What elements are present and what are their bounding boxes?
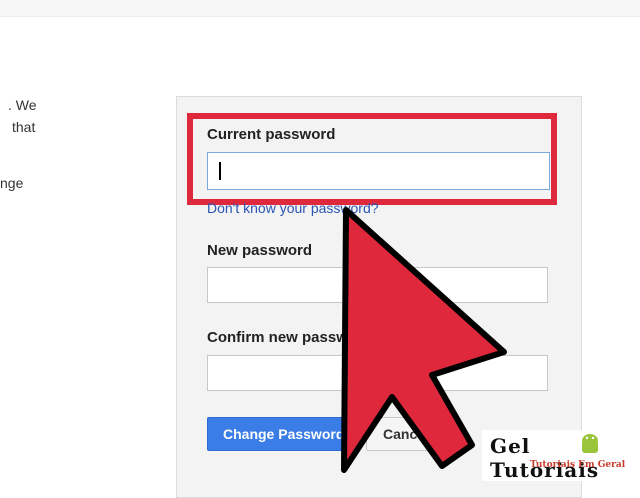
description-line: nge — [0, 175, 24, 191]
forgot-password-link[interactable]: Don't know your password? — [207, 200, 379, 216]
android-icon — [582, 434, 598, 453]
confirm-password-input[interactable] — [207, 355, 548, 391]
confirm-password-label: Confirm new password — [207, 329, 373, 346]
change-password-button[interactable]: Change Password — [207, 417, 355, 451]
watermark-subtitle: Tutoriais Em Geral — [530, 460, 626, 470]
watermark-title: Gel Tutoriais — [490, 434, 600, 482]
top-bar — [0, 0, 640, 17]
description-line: that — [12, 119, 36, 135]
watermark-logo: Gel Tutoriais Tutoriais Em Geral — [482, 430, 640, 482]
description-line: . We — [8, 97, 37, 113]
new-password-label: New password — [207, 242, 313, 259]
new-password-input[interactable] — [207, 267, 548, 303]
highlight-box — [187, 113, 557, 205]
cancel-button[interactable]: Cancel — [366, 417, 446, 451]
